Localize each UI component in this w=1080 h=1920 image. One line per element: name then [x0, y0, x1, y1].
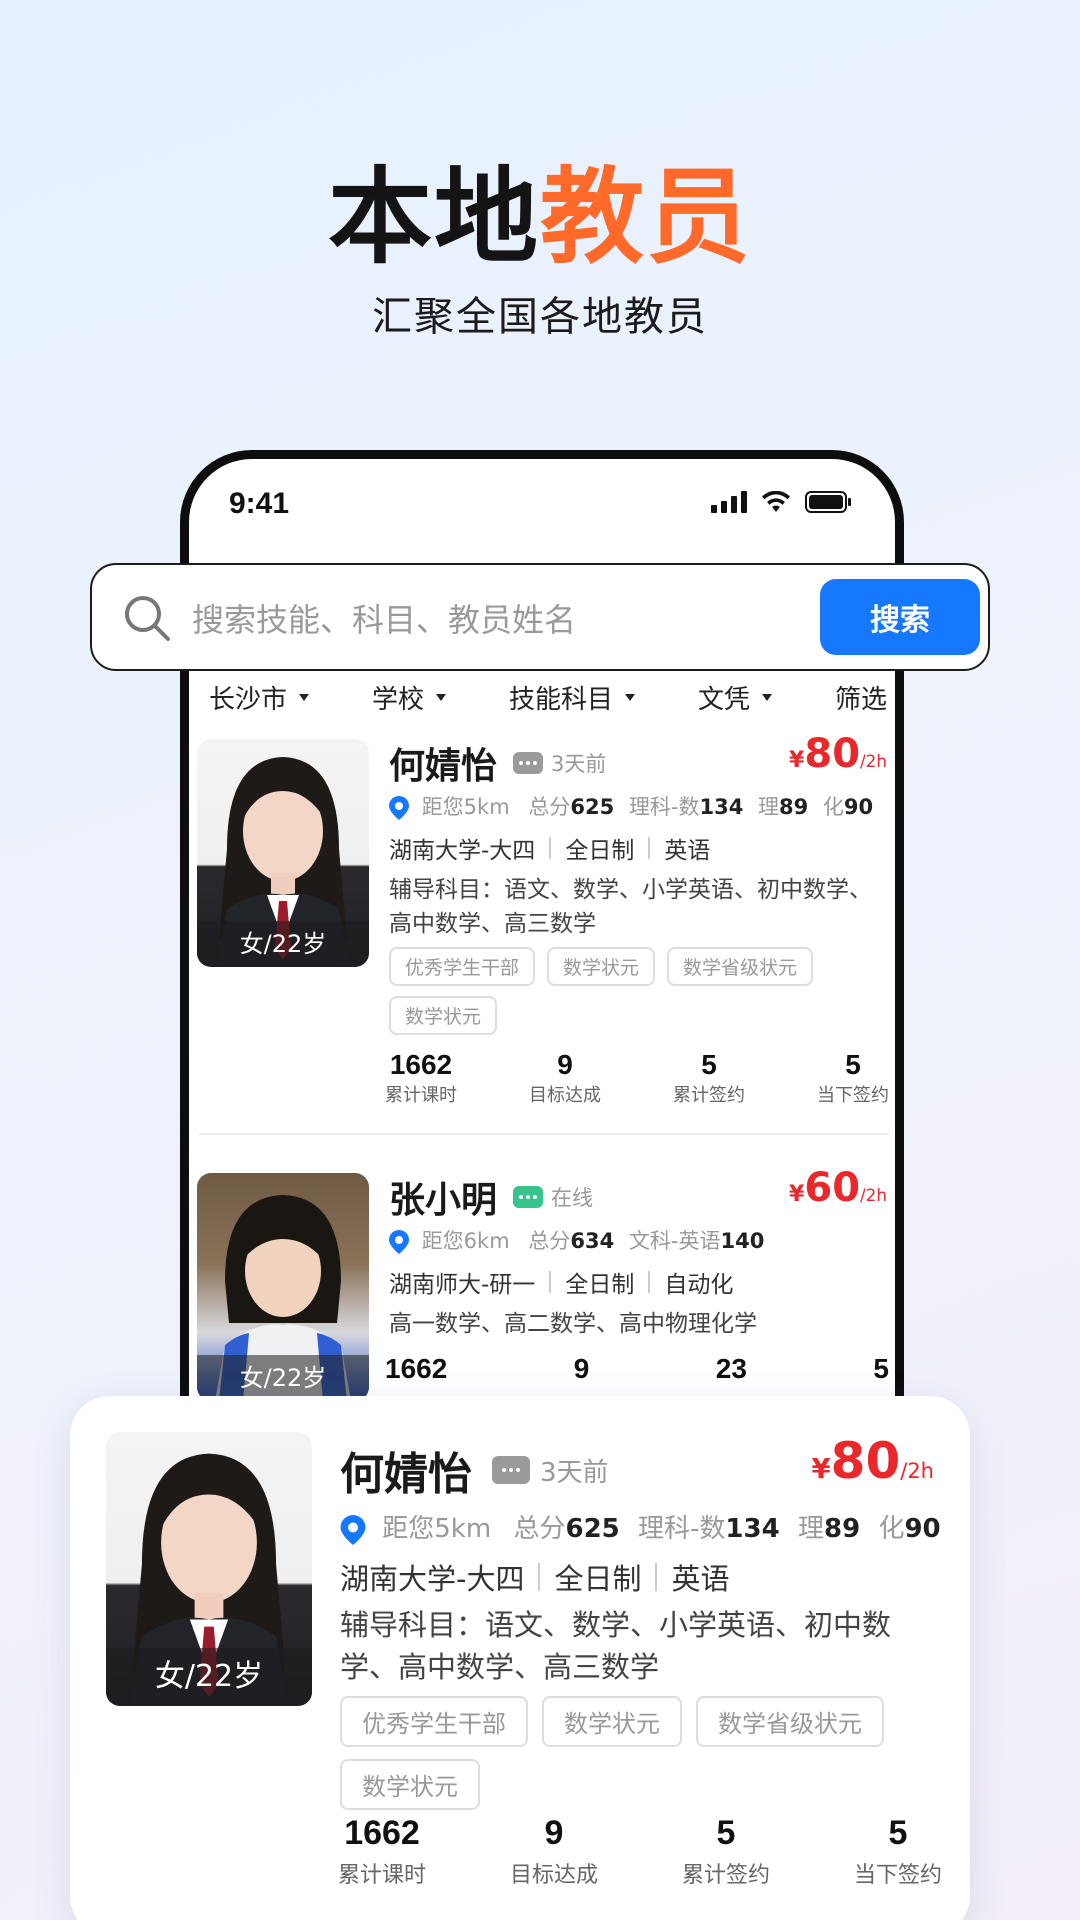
filter-city[interactable]: 长沙市 [209, 679, 310, 716]
teacher-name: 何婧怡 [389, 746, 498, 787]
stat-hours: 1662 累计课时 [338, 1814, 427, 1888]
stat-current: 5 当下签约 [817, 1049, 889, 1106]
status-icons [711, 491, 851, 513]
signal-icon [711, 491, 747, 513]
wifi-icon [762, 491, 790, 512]
caret-down-icon [436, 693, 446, 701]
stat-goals: 9 目标达成 [529, 1049, 601, 1106]
tag: 数学状元 [389, 996, 498, 1035]
stat-goals: 9 [573, 1353, 590, 1384]
subjects-text: 高一数学、高二数学、高中物理化学 [389, 1311, 757, 1337]
stat-current: 5 当下签约 [853, 1814, 942, 1888]
tag: 数学状元 [542, 1696, 682, 1747]
school-line: 湖南大学-大四 全日制 英语 [340, 1562, 730, 1596]
stat-contracts: 5 累计签约 [681, 1814, 770, 1888]
filter-more[interactable]: 筛选 [835, 679, 904, 716]
teacher-card[interactable]: 女/22岁 何婧怡 3天前 ¥80/2h 距您5km 总分625 理科-数134… [189, 731, 895, 1131]
tag: 优秀学生干部 [389, 947, 536, 986]
location-pin-icon [389, 796, 409, 820]
tag: 数学状元 [340, 1759, 480, 1810]
stats-row: 1662 9 23 5 [385, 1353, 889, 1385]
search-button[interactable]: 搜索 [820, 579, 980, 655]
teacher-name: 张小明 [389, 1180, 498, 1221]
tag: 数学省级状元 [696, 1696, 884, 1747]
stats-row: 1662 累计课时 9 目标达成 5 累计签约 5 当下签约 [385, 1049, 889, 1107]
school-line: 湖南大学-大四 全日制 英语 [389, 837, 711, 864]
stat-goals: 9 目标达成 [509, 1814, 598, 1888]
search-input[interactable]: 搜索技能、科目、教员姓名 [192, 595, 576, 641]
hero-title: 本地教员 [0, 160, 1080, 274]
tag: 数学状元 [547, 947, 656, 986]
photo-caption: 女/22岁 [197, 921, 369, 967]
filter-degree[interactable]: 文凭 [698, 679, 772, 716]
chat-bubble-icon [513, 1186, 544, 1208]
filter-subject[interactable]: 技能科目 [509, 679, 635, 716]
caret-down-icon [624, 693, 635, 701]
teacher-card-featured[interactable]: 女/22岁 何婧怡 3天前 ¥80/2h 距您5km 总分625 理科-数134… [70, 1396, 970, 1920]
teacher-price: ¥60/2h [789, 1165, 887, 1211]
search-icon [125, 596, 170, 641]
subjects-text: 辅导科目：语文、数学、小学英语、初中数学、高中数学、高三数学 [340, 1608, 892, 1684]
photo-caption: 女/22岁 [106, 1648, 312, 1706]
chat-bubble-icon [513, 752, 544, 774]
chat-bubble-icon [492, 1456, 530, 1484]
stat-current: 5 [873, 1353, 889, 1384]
search-bar: 搜索技能、科目、教员姓名 搜索 [90, 563, 990, 671]
tag-list: 优秀学生干部 数学状元 数学省级状元 数学状元 [340, 1696, 940, 1810]
teacher-name: 何婧怡 [340, 1449, 472, 1500]
stat-contracts: 5 累计签约 [673, 1049, 745, 1106]
filter-bar: 长沙市 学校 技能科目 文凭 筛选 [209, 669, 904, 725]
stat-hours: 1662 累计课时 [385, 1049, 457, 1106]
score-line: 距您6km 总分634 文科-英语140 [389, 1225, 764, 1255]
teacher-photo: 女/22岁 [197, 739, 369, 967]
status-bar: 9:41 [189, 459, 895, 559]
caret-down-icon [299, 693, 310, 701]
photo-caption: 女/22岁 [197, 1355, 369, 1401]
tag: 优秀学生干部 [340, 1696, 528, 1747]
tag-list: 优秀学生干部 数学状元 数学省级状元 数学状元 [389, 947, 889, 1035]
score-line: 距您5km 总分625 理科-数134 理89 化90 [340, 1508, 941, 1545]
status-time: 9:41 [229, 487, 290, 520]
teacher-photo: 女/22岁 [106, 1432, 312, 1706]
stat-contracts: 23 [715, 1353, 747, 1384]
teacher-status: 3天前 [551, 752, 607, 776]
subjects-text: 辅导科目：语文、数学、小学英语、初中数学、高中数学、高三数学 [389, 877, 872, 937]
stat-hours: 1662 [385, 1353, 448, 1384]
caret-down-icon [761, 693, 772, 701]
hero-title-accent: 教员 [540, 156, 753, 278]
teacher-price: ¥80/2h [789, 731, 887, 777]
teacher-price: ¥80/2h [811, 1432, 934, 1490]
location-pin-icon [389, 1230, 409, 1254]
stats-row: 1662 累计课时 9 目标达成 5 累计签约 5 当下签约 [338, 1814, 942, 1889]
teacher-photo: 女/22岁 [197, 1173, 369, 1401]
battery-icon [805, 491, 851, 513]
teacher-status: 在线 [551, 1186, 594, 1210]
card-divider [199, 1133, 889, 1135]
hero-title-dark: 本地 [327, 156, 540, 278]
hero-subtitle: 汇聚全国各地教员 [372, 294, 708, 340]
teacher-status: 3天前 [540, 1457, 609, 1488]
location-pin-icon [340, 1514, 366, 1545]
filter-school[interactable]: 学校 [372, 679, 446, 716]
score-line: 距您5km 总分625 理科-数134 理89 化90 [389, 791, 873, 821]
school-line: 湖南师大-研一 全日制 自动化 [389, 1271, 734, 1298]
tag: 数学省级状元 [667, 947, 814, 986]
caret-down-icon [899, 694, 904, 701]
